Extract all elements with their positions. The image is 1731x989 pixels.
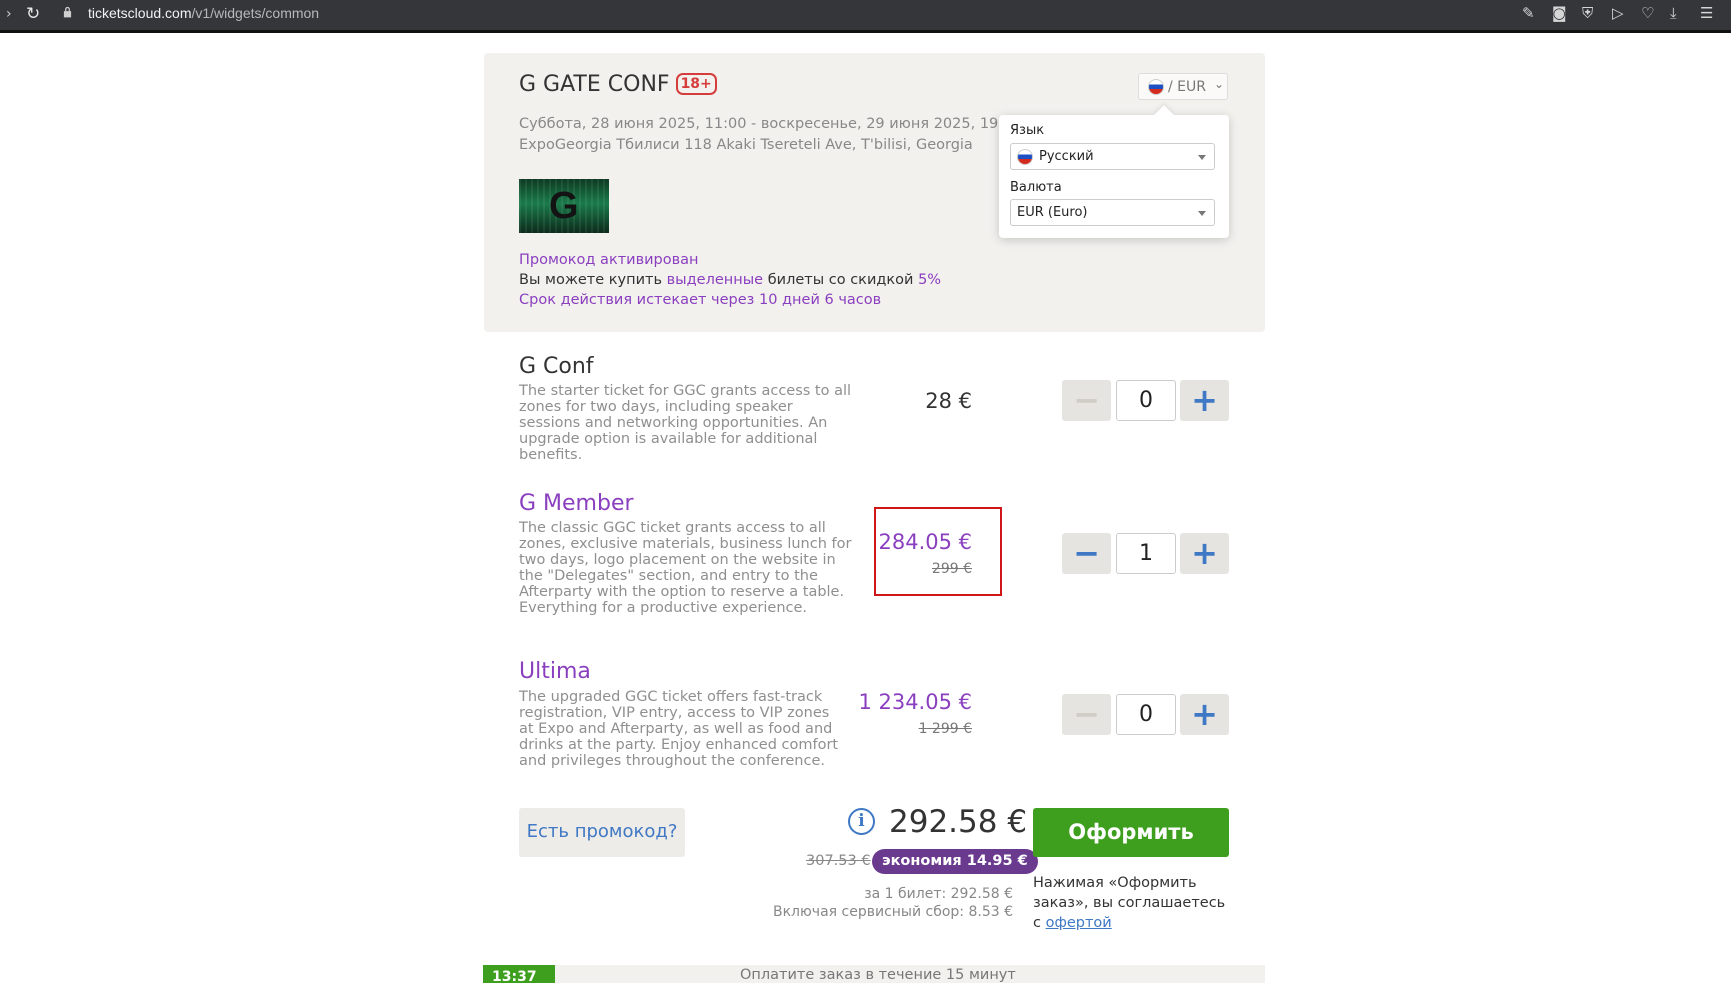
language-label: Язык (1010, 123, 1045, 138)
browser-toolbar: › ↻ ticketscloud.com/v1/widgets/common ✎… (0, 0, 1731, 33)
reload-icon[interactable]: ↻ (26, 4, 40, 24)
order-old-total: 307.53 € (806, 853, 871, 869)
download-icon[interactable]: ⤓ (1670, 4, 1677, 22)
increase-quantity-button[interactable]: + (1180, 533, 1229, 574)
shield-icon[interactable]: ⛨ (1582, 4, 1593, 22)
address-bar[interactable]: ticketscloud.com/v1/widgets/common (88, 5, 319, 21)
currency-select-value: EUR (Euro) (1017, 205, 1088, 220)
lock-icon (63, 6, 72, 18)
promo-discount-percent: 5% (918, 272, 942, 288)
agreement-text: Нажимая «Оформить заказ», вы соглашаетес… (1033, 873, 1233, 933)
decrease-quantity-button[interactable]: − (1062, 533, 1111, 574)
heart-icon[interactable]: ♡ (1641, 4, 1654, 22)
ticket-name: Ultima (519, 659, 591, 684)
saving-badge: экономия 14.95 € (872, 849, 1038, 874)
info-icon[interactable]: i (848, 808, 875, 835)
per-ticket-price: за 1 билет: 292.58 € (864, 886, 1013, 902)
ticket-name: G Member (519, 491, 634, 516)
caret-down-icon (1198, 155, 1206, 160)
language-select[interactable]: Русский (1010, 143, 1215, 170)
event-date: Суббота, 28 июня 2025, 11:00 - воскресен… (519, 116, 1022, 132)
promo-expiry-text: Срок действия истекает через 10 дней 6 ч… (519, 292, 882, 308)
language-select-value: Русский (1039, 149, 1094, 164)
ticket-description: The upgraded GGC ticket offers fast-trac… (519, 689, 839, 769)
menu-icon[interactable]: ☰ (1700, 4, 1713, 22)
russia-flag-icon (1148, 79, 1164, 95)
currency-select[interactable]: EUR (Euro) (1010, 199, 1215, 226)
promo-discount-text: Вы можете купить выделенные билеты со ск… (519, 272, 941, 288)
ticket-old-price: 1 299 € (918, 721, 972, 737)
edit-icon[interactable]: ✎ (1522, 4, 1535, 22)
service-fee: Включая сервисный сбор: 8.53 € (773, 904, 1013, 920)
event-title-text: G GATE CONF (519, 72, 670, 97)
chevron-down-icon: ⌄ (1214, 77, 1225, 91)
send-icon[interactable]: ▷ (1612, 4, 1624, 22)
ticket-description: The classic GGC ticket grants access to … (519, 520, 852, 616)
back-icon[interactable]: › (6, 6, 12, 22)
camera-icon[interactable]: ◙ (1552, 4, 1567, 22)
countdown-timer: 13:37 (483, 965, 555, 985)
event-title: G GATE CONF 18+ (519, 72, 717, 98)
event-venue: ExpoGeorgia Тбилиси 118 Akaki Tsereteli … (519, 137, 973, 153)
highlight-frame (874, 507, 1002, 596)
russia-flag-icon (1017, 149, 1033, 165)
promo-activated-text: Промокод активирован (519, 252, 699, 268)
caret-down-icon (1198, 211, 1206, 216)
ticket-description: The starter ticket for GGC grants access… (519, 383, 852, 463)
currency-label: Валюта (1010, 180, 1062, 195)
increase-quantity-button[interactable]: + (1180, 380, 1229, 421)
url-path: /v1/widgets/common (191, 5, 320, 21)
ticket-price: 28 € (925, 389, 972, 413)
increase-quantity-button[interactable]: + (1180, 694, 1229, 735)
event-thumbnail: G (519, 179, 609, 233)
quantity-value[interactable]: 1 (1116, 533, 1176, 574)
promo-highlighted-word: выделенные (666, 272, 764, 288)
locale-button[interactable]: / EUR ⌄ (1138, 73, 1228, 100)
order-total: 292.58 € (889, 804, 1028, 840)
locale-button-label: / EUR (1168, 79, 1206, 95)
promo-text-middle: билеты со скидкой (763, 272, 919, 288)
ticket-name: G Conf (519, 354, 594, 379)
ticket-price: 1 234.05 € (858, 690, 972, 714)
locale-popup: Язык Русский Валюта EUR (Euro) (999, 105, 1229, 238)
url-host: ticketscloud.com (88, 5, 192, 21)
checkout-button[interactable]: Оформить заказ (1033, 808, 1229, 892)
decrease-quantity-button[interactable]: − (1062, 380, 1111, 421)
promo-code-button[interactable]: Есть промокод? (519, 808, 685, 857)
age-limit-badge: 18+ (675, 73, 717, 95)
quantity-value[interactable]: 0 (1116, 694, 1176, 735)
promo-text-prefix: Вы можете купить (519, 272, 667, 288)
offer-link[interactable]: офертой (1046, 915, 1112, 931)
payment-deadline-note: Оплатите заказ в течение 15 минут (740, 967, 1016, 983)
decrease-quantity-button[interactable]: − (1062, 694, 1111, 735)
thumbnail-logo: G (549, 185, 579, 227)
quantity-value[interactable]: 0 (1116, 380, 1176, 421)
